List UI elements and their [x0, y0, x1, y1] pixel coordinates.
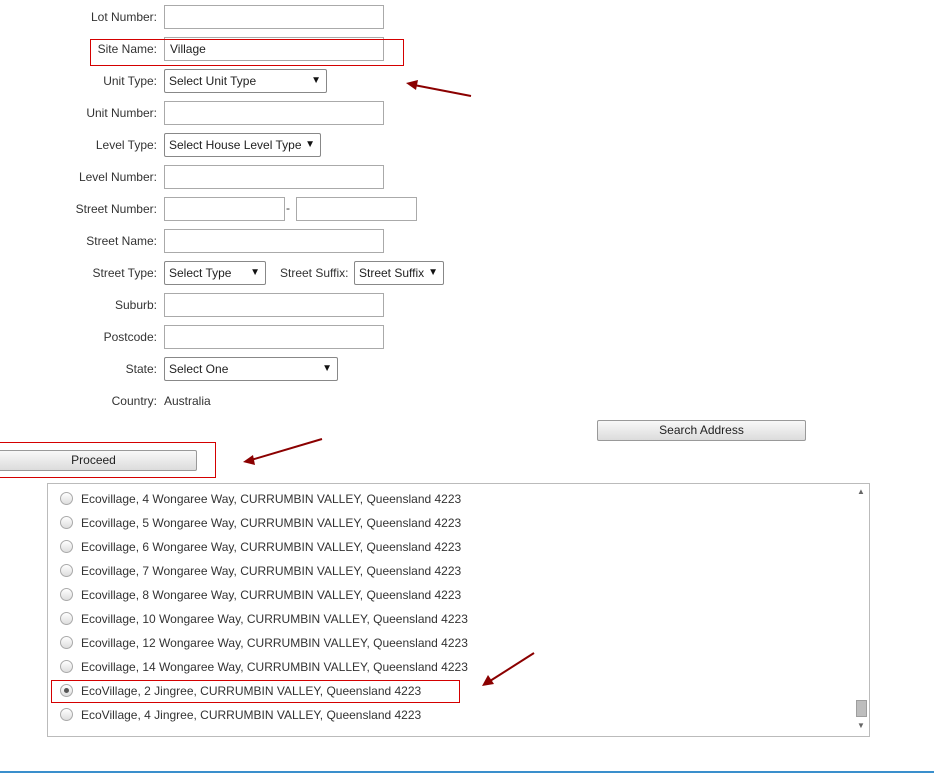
arrow-icon: [482, 652, 535, 686]
arrow-icon: [406, 80, 472, 97]
arrow-icon: [243, 438, 323, 465]
annotation-arrows: [243, 80, 535, 686]
footer-divider: [0, 771, 934, 773]
